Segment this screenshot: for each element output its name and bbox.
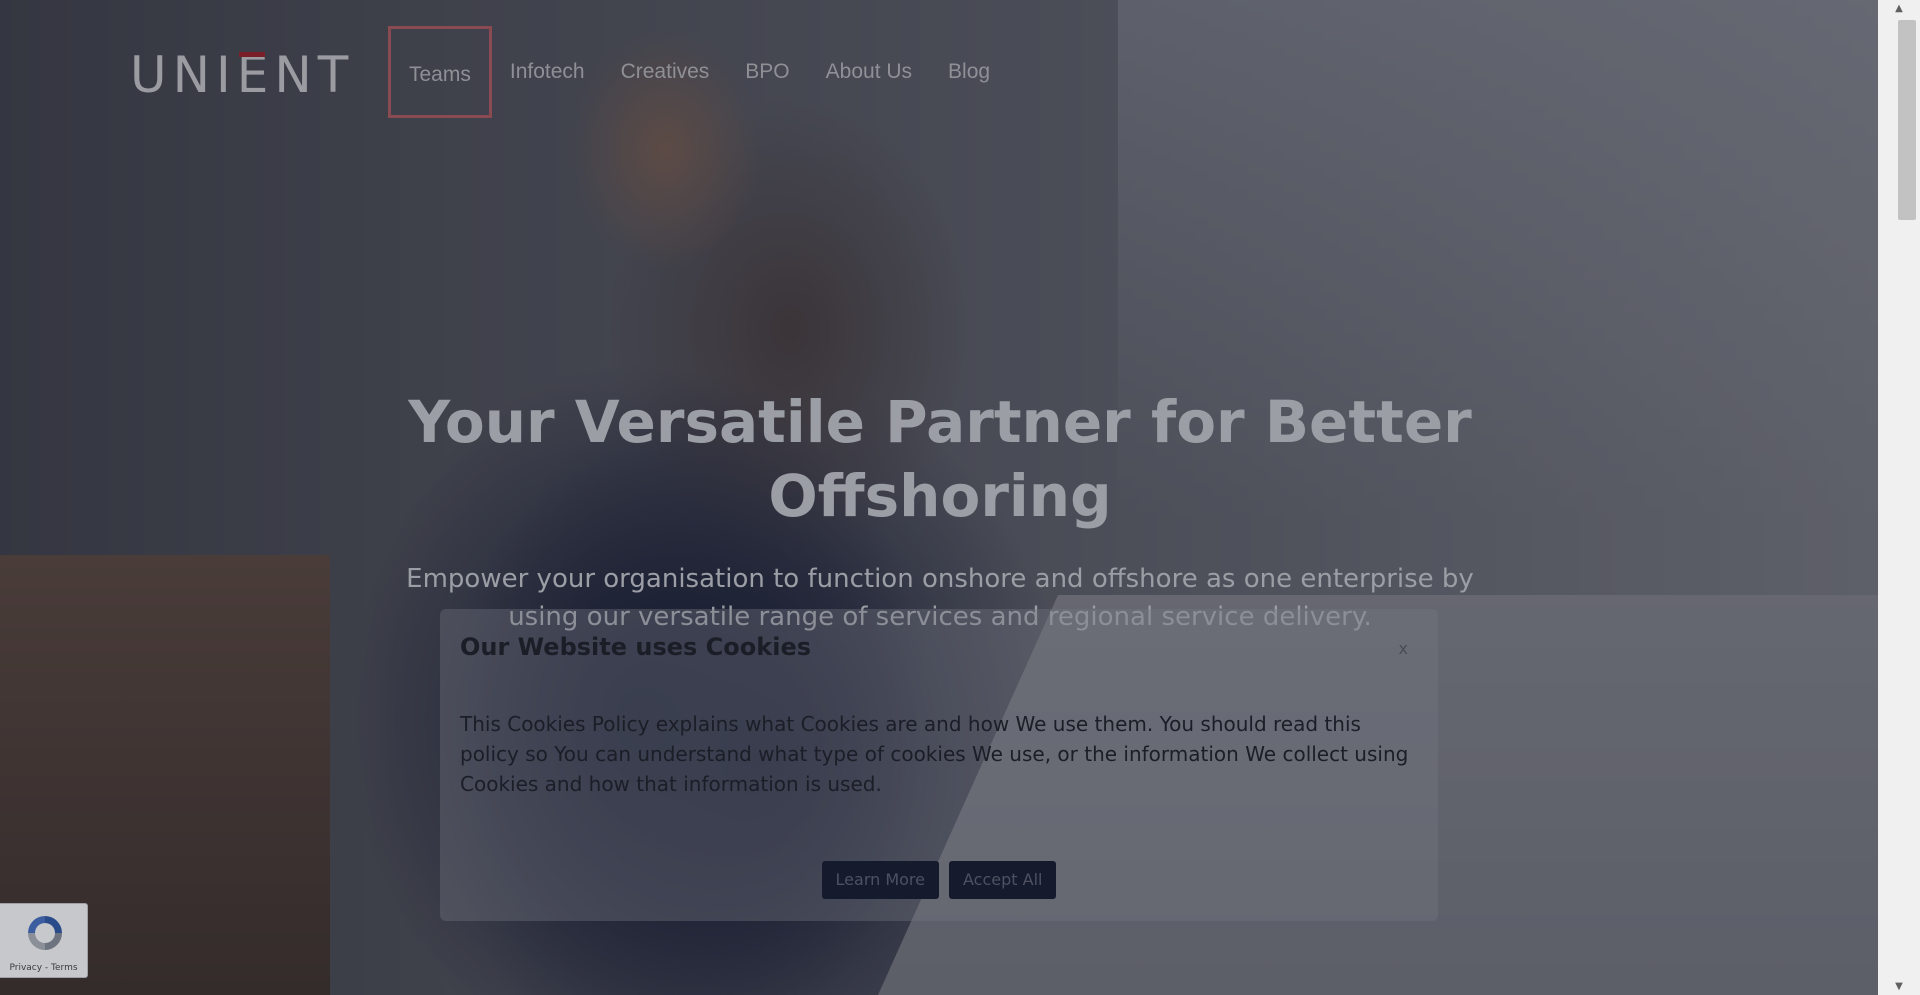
cookie-modal-title: Our Website uses Cookies [460, 633, 811, 661]
logo-text-start: UNI [130, 46, 237, 104]
recaptcha-privacy-terms[interactable]: Privacy - Terms [0, 963, 87, 973]
nav-item-creatives[interactable]: Creatives [603, 26, 728, 118]
nav-item-blog[interactable]: Blog [930, 26, 1008, 118]
hero-title: Your Versatile Partner for Better Offsho… [408, 388, 1472, 530]
close-icon[interactable]: x [1399, 639, 1408, 658]
logo-text-end: NT [274, 46, 355, 104]
scroll-down-arrow-icon[interactable]: ▼ [1878, 978, 1920, 995]
nav-item-infotech[interactable]: Infotech [492, 26, 603, 118]
nav-item-teams[interactable]: Teams [388, 26, 492, 118]
page-scrollbar[interactable]: ▲ ▼ [1878, 0, 1920, 995]
learn-more-button[interactable]: Learn More [821, 861, 939, 899]
recaptcha-badge[interactable]: Privacy - Terms [0, 903, 88, 978]
cookie-policy-text: This Cookies Policy explains what Cookie… [460, 712, 1409, 796]
recaptcha-icon [28, 916, 62, 950]
scrollbar-thumb[interactable] [1898, 20, 1916, 220]
accept-all-button[interactable]: Accept All [949, 861, 1057, 899]
nav-item-bpo[interactable]: BPO [727, 26, 807, 118]
scroll-up-arrow-icon[interactable]: ▲ [1878, 0, 1920, 17]
cookie-actions: Learn More Accept All [440, 861, 1438, 899]
main-navigation: Teams Infotech Creatives BPO About Us Bl… [388, 24, 1008, 120]
site-logo[interactable]: UNIENT [130, 50, 354, 100]
nav-item-about-us[interactable]: About Us [808, 26, 930, 118]
page-viewport: UNIENT Teams Infotech Creatives BPO Abou… [0, 0, 1878, 995]
cookie-consent-modal: Our Website uses Cookies x This Cookies … [440, 609, 1438, 921]
logo-text-e: E [236, 46, 275, 104]
